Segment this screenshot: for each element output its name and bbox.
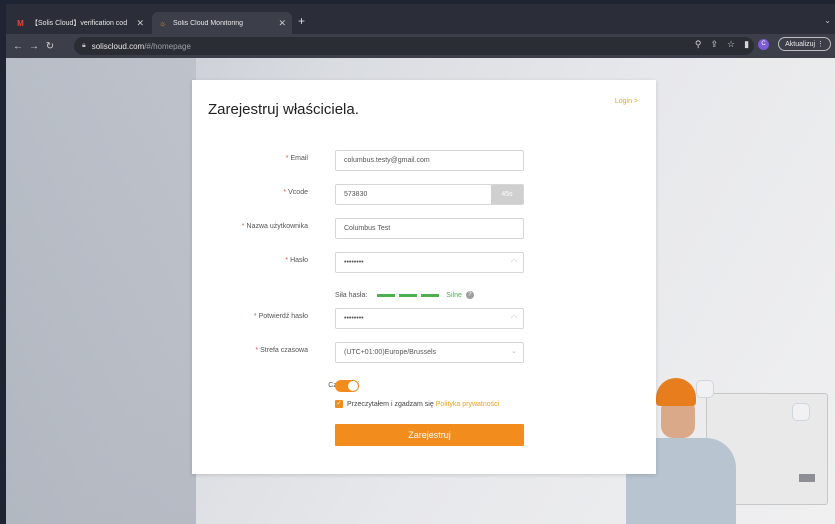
strength-bar (421, 293, 440, 297)
vcode-label: * Vcode (283, 189, 308, 196)
username-row: * Nazwa użytkownika Columbus Test (192, 218, 656, 240)
strength-bar (377, 293, 396, 297)
new-tab-icon[interactable]: + (298, 14, 305, 28)
username-label: * Nazwa użytkownika (241, 223, 308, 230)
browser-toolbar: ← → ↻ 🔒︎ soliscloud.com /#/homepage ⚲ ⇪ … (6, 34, 835, 58)
help-icon[interactable]: ? (465, 291, 474, 299)
password-field[interactable]: •••••••• ◠ (335, 252, 524, 273)
url-host: soliscloud.com (91, 41, 145, 51)
solis-icon: ☼ (158, 18, 167, 28)
tab-title: Solis Cloud Monitoring (173, 19, 244, 27)
lock-icon: 🔒︎ (82, 42, 86, 49)
tab-strip: M 【Solis Cloud】verification cod ✕ ☼ Soli… (6, 4, 835, 34)
update-button[interactable]: Aktualizuj ⋮ (778, 37, 831, 51)
password-strength: Siła hasła: Silne ? (335, 291, 474, 299)
update-label: Aktualizuj (785, 41, 816, 48)
tab-title: 【Solis Cloud】verification cod (31, 20, 128, 27)
timezone-label: * Strefa czasowa (255, 347, 308, 354)
strength-value: Silne (446, 291, 462, 299)
login-link[interactable]: Login > (615, 98, 638, 105)
resend-countdown-button[interactable]: 45s (491, 185, 523, 204)
glove-icon (696, 380, 714, 398)
timezone-row: * Strefa czasowa (UTC+01:00)Europe/Brusse… (192, 342, 656, 364)
location-icon[interactable]: ⚲ (695, 39, 702, 50)
back-icon[interactable]: ← (10, 41, 26, 52)
page-content: Zarejestruj właściciela. Login > * Email … (6, 58, 835, 524)
confirm-password-row: * Potwierdź hasło •••••••• ◠ (192, 308, 656, 330)
confirm-password-field[interactable]: •••••••• ◠ (335, 308, 524, 329)
browser-window: M 【Solis Cloud】verification cod ✕ ☼ Soli… (6, 4, 835, 524)
glove-icon (792, 403, 810, 421)
star-icon[interactable]: ☆ (727, 39, 735, 50)
tab-solis[interactable]: ☼ Solis Cloud Monitoring ✕ (152, 12, 292, 34)
agree-text: Przeczytałem i zgadzam się (347, 400, 434, 408)
vcode-field[interactable]: 573830 45s (335, 184, 524, 205)
page-title: Zarejestruj właściciela. (208, 101, 359, 118)
password-row: * Hasło •••••••• ◠ (192, 252, 656, 274)
strength-label: Siła hasła: (335, 291, 368, 299)
avatar[interactable]: C (758, 38, 770, 50)
eye-off-icon[interactable]: ◠ (511, 314, 517, 322)
helmet-icon (656, 378, 696, 406)
timezone-select[interactable]: (UTC+01:00)Europe/Brussels ⌄ (335, 342, 524, 363)
chevron-down-icon: ⌄ (511, 348, 517, 355)
username-field[interactable]: Columbus Test (335, 218, 524, 239)
share-icon[interactable]: ⇪ (711, 39, 719, 50)
vcode-row: * Vcode 573830 45s (192, 184, 656, 206)
email-row: * Email columbus.testy@gmail.com (192, 150, 656, 172)
email-field[interactable]: columbus.testy@gmail.com (335, 150, 524, 171)
background-panel (6, 58, 196, 524)
eye-off-icon[interactable]: ◠ (511, 258, 517, 266)
tab-gmail[interactable]: M 【Solis Cloud】verification cod ✕ (10, 12, 150, 34)
url-path: /#/homepage (144, 41, 191, 51)
email-label: * Email (285, 155, 308, 162)
agree-checkbox[interactable]: ✓ (335, 400, 343, 408)
sidepanel-icon[interactable]: ▮ (744, 39, 749, 50)
reload-icon[interactable]: ↻ (42, 41, 58, 52)
dst-toggle[interactable] (335, 380, 359, 392)
password-label: * Hasło (285, 257, 308, 264)
address-bar[interactable]: 🔒︎ soliscloud.com /#/homepage (74, 37, 754, 55)
close-icon[interactable]: ✕ (278, 18, 286, 29)
close-icon[interactable]: ✕ (136, 18, 144, 29)
gmail-icon: M (17, 18, 24, 28)
register-card: Zarejestruj właściciela. Login > * Email … (192, 80, 656, 474)
privacy-policy-link[interactable]: Polityka prywatności (436, 401, 499, 408)
forward-icon[interactable]: → (26, 41, 42, 52)
chevron-down-icon[interactable]: ⌄ (824, 16, 831, 25)
strength-bar (399, 293, 418, 297)
confirm-password-label: * Potwierdź hasło (253, 313, 308, 320)
register-button[interactable]: Zarejestruj (335, 424, 524, 446)
privacy-agreement: ✓ Przeczytałem i zgadzam się Polityka pr… (335, 400, 499, 408)
